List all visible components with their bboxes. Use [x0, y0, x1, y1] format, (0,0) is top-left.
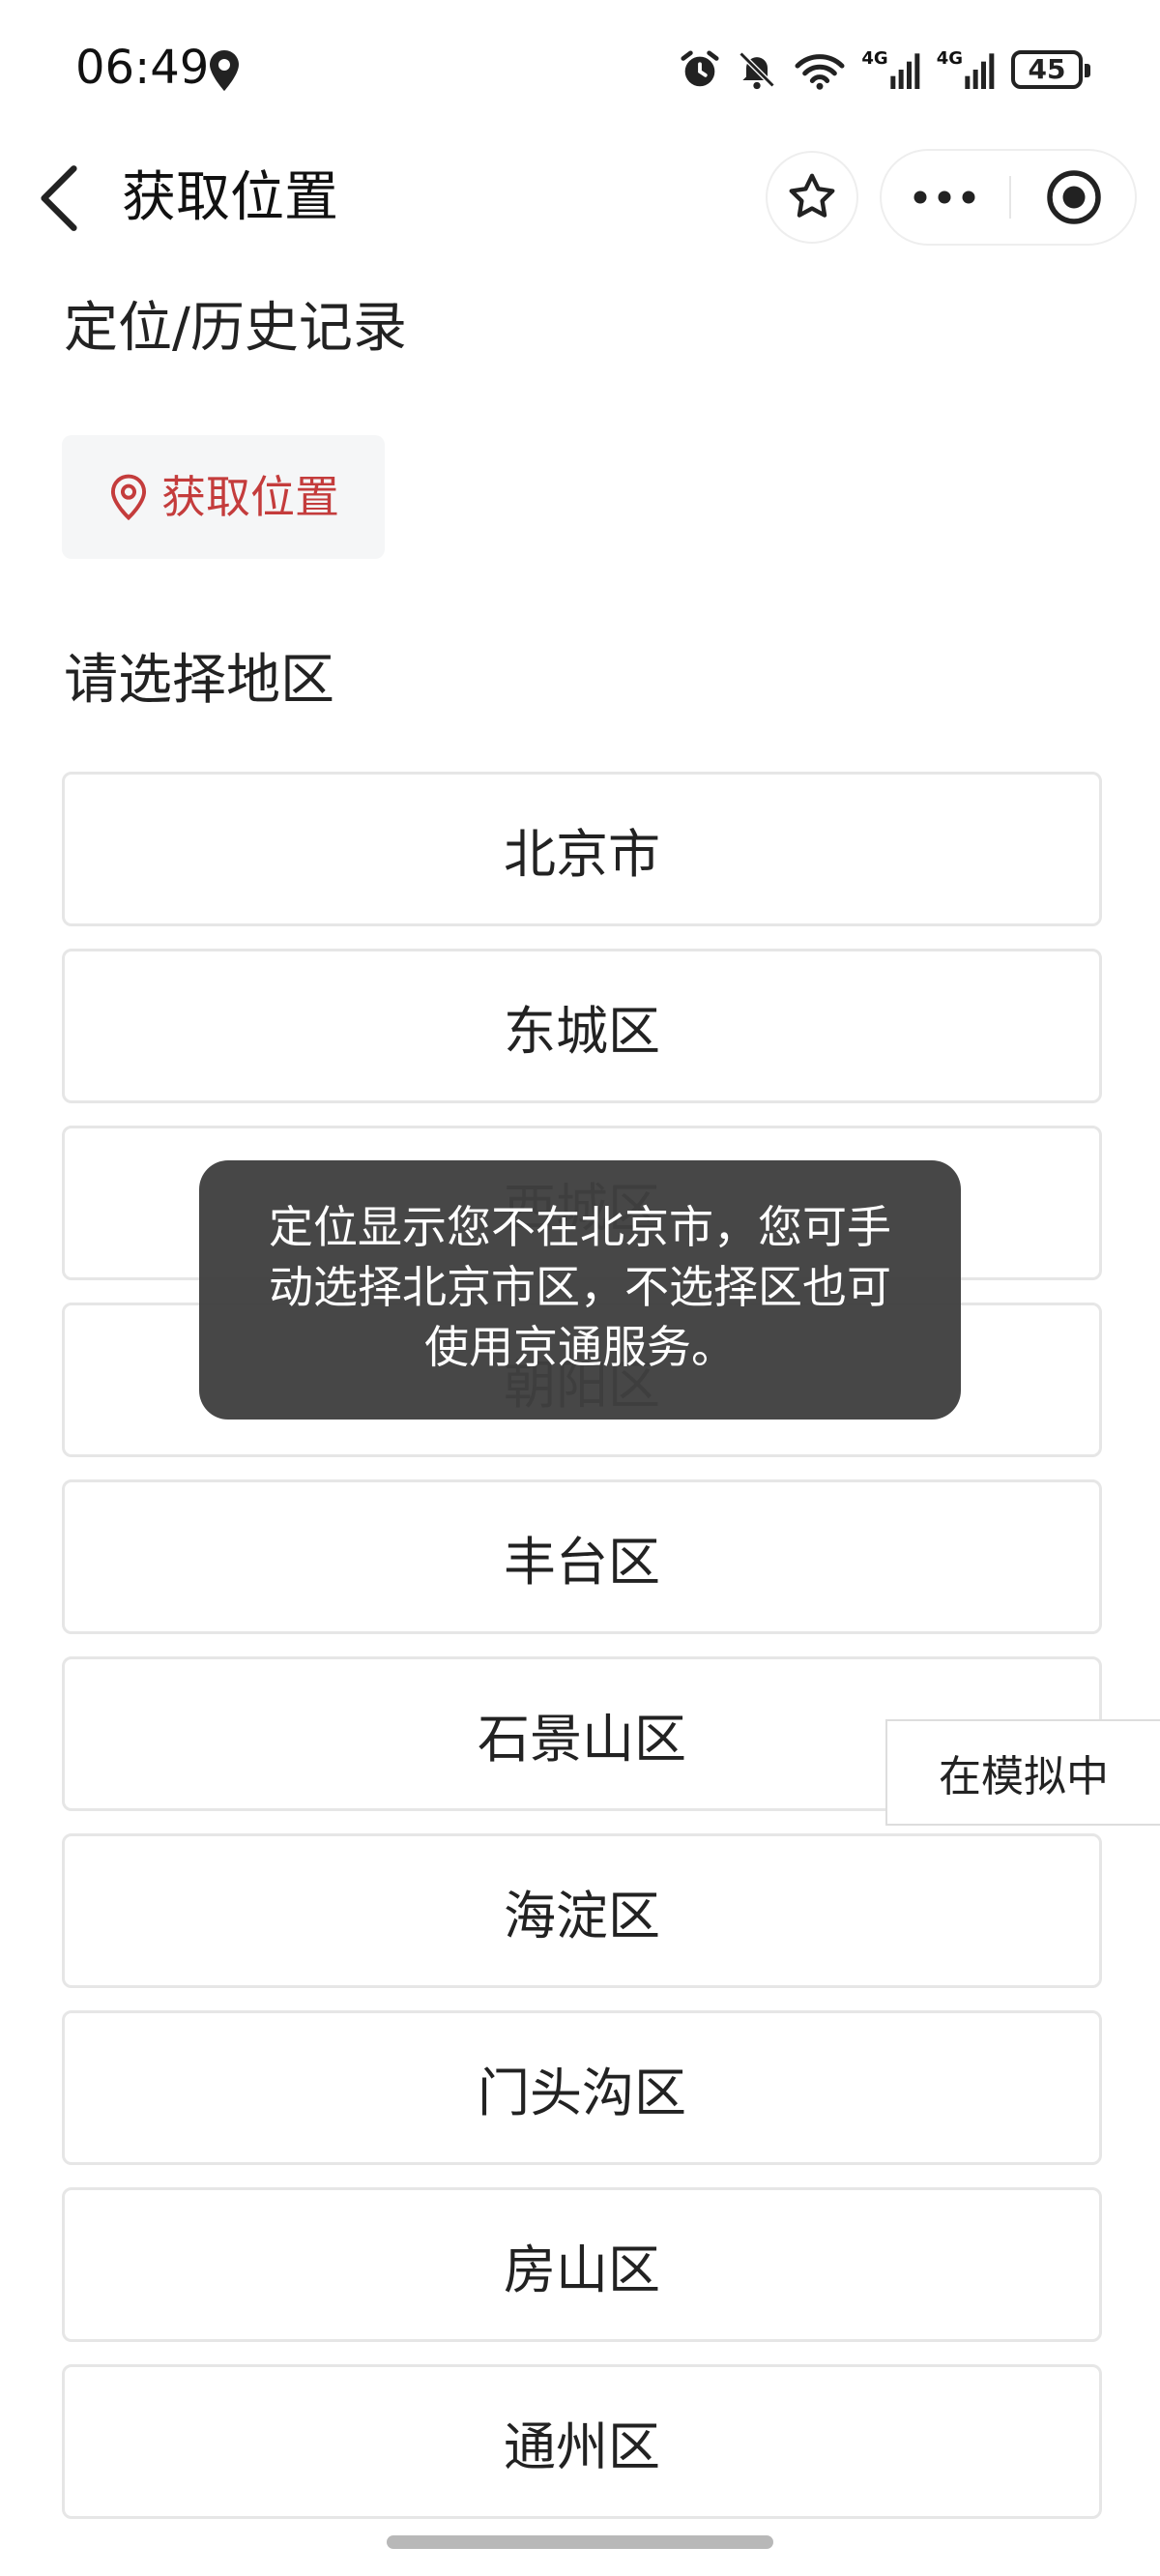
district-section-title: 请选择地区	[64, 649, 334, 712]
simulation-tag[interactable]: 在模拟中	[885, 1719, 1160, 1826]
location-pin-icon	[110, 474, 147, 521]
star-icon	[789, 173, 835, 218]
alarm-icon	[681, 50, 719, 87]
page: 06:49 4G 4G 45 获取位置 定位/历史记录 获取位置 请选择地区 北…	[0, 0, 1160, 2576]
status-bar: 06:49 4G 4G 45	[0, 0, 1160, 135]
signal-2: 4G	[937, 50, 998, 89]
favorite-button[interactable]	[766, 151, 858, 244]
district-item[interactable]: 丰台区	[62, 1479, 1102, 1634]
more-button[interactable]	[882, 151, 1007, 244]
location-status-icon	[210, 50, 239, 91]
district-item[interactable]: 门头沟区	[62, 2010, 1102, 2165]
home-indicator[interactable]	[387, 2535, 773, 2549]
district-item[interactable]: 通州区	[62, 2364, 1102, 2519]
battery-indicator: 45	[1011, 50, 1090, 89]
signal-1: 4G	[861, 50, 922, 89]
close-target-icon	[1047, 170, 1101, 224]
page-title: 获取位置	[122, 166, 338, 229]
toast-message: 定位显示您不在北京市，您可手动选择北京市区，不选择区也可使用京通服务。	[199, 1160, 961, 1420]
status-time: 06:49	[75, 41, 210, 95]
capsule-divider	[1009, 176, 1011, 219]
district-item[interactable]: 东城区	[62, 949, 1102, 1103]
close-button[interactable]	[1013, 151, 1135, 244]
wifi-icon	[795, 54, 845, 90]
miniprogram-capsule	[880, 149, 1137, 246]
more-dots-icon	[914, 190, 975, 204]
signal-bars-icon	[890, 53, 920, 89]
get-location-button[interactable]: 获取位置	[62, 435, 385, 559]
mute-bell-icon	[739, 51, 775, 90]
district-item[interactable]: 房山区	[62, 2187, 1102, 2342]
signal-bars-icon	[965, 53, 995, 89]
back-arrow-icon[interactable]	[37, 164, 81, 232]
district-item[interactable]: 海淀区	[62, 1833, 1102, 1988]
get-location-label: 获取位置	[161, 471, 339, 523]
district-item[interactable]: 北京市	[62, 772, 1102, 926]
status-icons: 4G 4G 45	[678, 43, 1090, 97]
location-section-title: 定位/历史记录	[64, 297, 407, 360]
